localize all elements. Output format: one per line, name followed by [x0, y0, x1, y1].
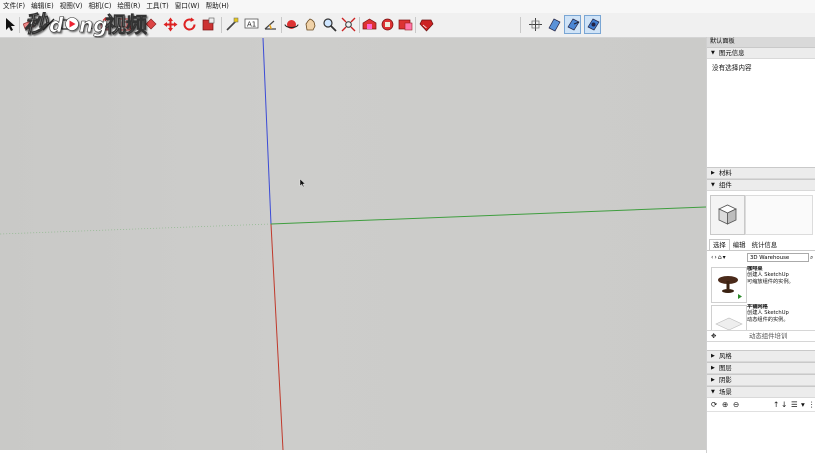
- menu-draw[interactable]: 绘图(R): [114, 0, 143, 13]
- offset-tool-icon[interactable]: [116, 16, 133, 33]
- component-results-list: 咖啡桌 创建人 SketchUp 可缩放组件的实例。 平铺网格 创建人 Sket…: [707, 264, 815, 330]
- collapsed-arrow-icon: ▶: [711, 365, 715, 371]
- rotate-tool-icon[interactable]: [181, 16, 198, 33]
- menu-tools[interactable]: 工具(T): [143, 0, 171, 13]
- menu-bar: 文件(F) 编辑(E) 视图(V) 相机(C) 绘图(R) 工具(T) 窗口(W…: [0, 0, 815, 13]
- tray-title: 默认面板: [707, 37, 815, 47]
- menu-view[interactable]: 视图(V): [57, 0, 86, 13]
- scenes-toolbar: ⟳ ⊕ ⊖ ↑ ↓ ☰ ▾ ⋮: [707, 398, 815, 412]
- home-icon[interactable]: ⌂: [718, 254, 722, 261]
- protractor-icon[interactable]: [262, 16, 279, 33]
- tape-measure-icon[interactable]: [224, 16, 241, 33]
- menu-help[interactable]: 帮助(H): [203, 0, 232, 13]
- component-preview: [707, 191, 815, 239]
- component-description: [745, 195, 813, 235]
- dropdown-arrow-icon[interactable]: ▾: [801, 399, 805, 410]
- menu-file[interactable]: 文件(F): [0, 0, 28, 13]
- components-tabs: 选择 编辑 统计信息: [707, 239, 815, 251]
- components-nav: ‹ › ⌂ ▾: [711, 253, 747, 262]
- mouse-cursor: [299, 178, 306, 188]
- collapsed-arrow-icon: ▶: [711, 377, 715, 383]
- cube-icon: [718, 204, 737, 225]
- section-plane-icon[interactable]: [527, 16, 544, 33]
- chevron-left-icon[interactable]: ‹: [711, 254, 713, 261]
- section-fill-icon[interactable]: [584, 15, 601, 34]
- refresh-icon[interactable]: ⟳: [711, 399, 717, 410]
- list-item[interactable]: 咖啡桌 创建人 SketchUp 可缩放组件的实例。: [707, 264, 815, 303]
- view-options-icon[interactable]: ☰: [791, 399, 798, 410]
- crosshair-icon[interactable]: ✥: [711, 331, 716, 341]
- layers-header[interactable]: ▶ 图层: [707, 362, 815, 374]
- arc-tool-icon[interactable]: [78, 16, 95, 33]
- warehouse-search-input[interactable]: [747, 253, 809, 262]
- red-axis: [270, 223, 284, 450]
- menu-window[interactable]: 窗口(W): [172, 0, 203, 13]
- details-icon[interactable]: ⋮: [808, 399, 815, 410]
- menu-camera[interactable]: 相机(C): [85, 0, 114, 13]
- move-tool-icon[interactable]: [162, 16, 179, 33]
- pan-icon[interactable]: [302, 16, 319, 33]
- entity-info-content: 没有选择内容: [712, 64, 752, 72]
- display-section-cuts-icon[interactable]: [564, 15, 581, 34]
- ruby-console-icon[interactable]: [418, 16, 435, 33]
- components-status-bar: ✥ 动态组件培训: [707, 330, 815, 342]
- zoom-extents-icon[interactable]: [340, 16, 357, 33]
- eraser-icon[interactable]: [21, 16, 38, 33]
- menu-edit[interactable]: 编辑(E): [28, 0, 57, 13]
- extension-warehouse-icon[interactable]: [397, 16, 414, 33]
- coffee-table-thumbnail: [711, 267, 747, 303]
- components-header[interactable]: ▼ 组件: [707, 179, 815, 191]
- expand-down-icon: ▼: [711, 182, 715, 188]
- line-tool-icon[interactable]: [40, 16, 57, 33]
- push-pull-icon[interactable]: [97, 16, 114, 33]
- move-scene-up-icon[interactable]: ↑: [773, 399, 779, 410]
- shadows-header[interactable]: ▶ 阴影: [707, 374, 815, 386]
- expand-down-icon: ▼: [711, 389, 715, 395]
- tab-edit[interactable]: 编辑: [730, 240, 749, 250]
- grid-thumbnail: [711, 305, 747, 330]
- green-axis: [270, 206, 706, 225]
- display-section-planes-icon[interactable]: [546, 16, 563, 33]
- main-toolbar: A1: [0, 13, 815, 38]
- entity-info-header[interactable]: ▼ 图元信息: [707, 47, 815, 59]
- materials-header[interactable]: ▶ 材料: [707, 167, 815, 179]
- search-icon[interactable]: ⌕: [810, 253, 815, 262]
- expand-down-icon: ▼: [711, 50, 715, 56]
- text-tool-icon[interactable]: A1: [243, 16, 260, 33]
- components-search-row: ‹ › ⌂ ▾ ⌕: [707, 251, 815, 264]
- collapsed-arrow-icon: ▶: [711, 170, 715, 176]
- default-tray: 默认面板 ▼ 图元信息 没有选择内容 ▶ 材料 ▼ 组件 选择 编辑 统计信息 …: [706, 37, 815, 453]
- paint-bucket-icon[interactable]: [142, 16, 159, 33]
- rectangle-tool-icon[interactable]: [59, 16, 76, 33]
- component-thumbnail[interactable]: [710, 195, 745, 235]
- styles-header[interactable]: ▶ 风格: [707, 350, 815, 362]
- scale-tool-icon[interactable]: [200, 16, 217, 33]
- chevron-right-icon[interactable]: ›: [714, 254, 716, 261]
- select-tool-icon[interactable]: [1, 16, 18, 33]
- blue-axis: [262, 38, 272, 225]
- svg-text:A1: A1: [247, 21, 256, 29]
- tab-select[interactable]: 选择: [709, 239, 730, 250]
- zoom-icon[interactable]: [321, 16, 338, 33]
- model-viewport[interactable]: [0, 38, 706, 450]
- orbit-icon[interactable]: [283, 16, 300, 33]
- remove-scene-icon[interactable]: ⊖: [733, 399, 739, 410]
- collapsed-arrow-icon: ▶: [711, 353, 715, 359]
- share-model-icon[interactable]: [379, 16, 396, 33]
- scenes-header[interactable]: ▼ 场景: [707, 386, 815, 398]
- warehouse-icon[interactable]: [361, 16, 378, 33]
- dropdown-arrow-icon[interactable]: ▾: [723, 254, 726, 261]
- tab-statistics[interactable]: 统计信息: [749, 240, 781, 250]
- list-item[interactable]: 平铺网格 创建人 SketchUp 动态组件的实例。: [707, 302, 815, 330]
- move-scene-down-icon[interactable]: ↓: [781, 399, 787, 410]
- add-scene-icon[interactable]: ⊕: [722, 399, 728, 410]
